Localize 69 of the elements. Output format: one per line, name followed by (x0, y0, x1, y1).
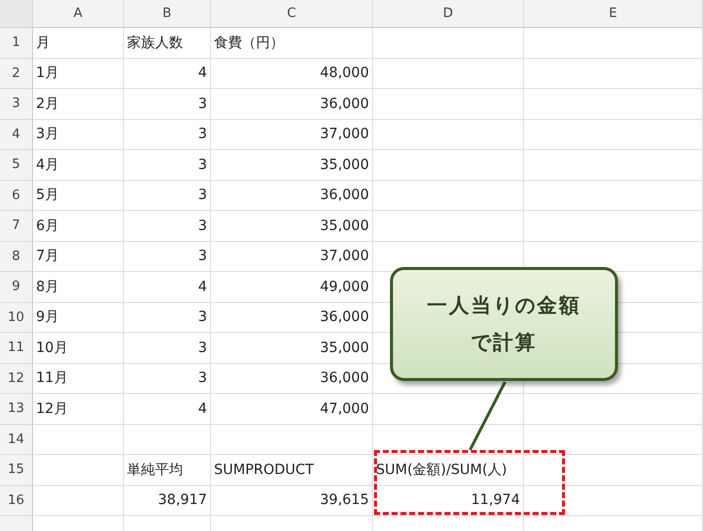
table-cell: 10月 (33, 333, 124, 364)
table-cell: 3 (124, 120, 211, 150)
table-cell: 39,615 (211, 486, 373, 516)
table-cell: 5月 (33, 180, 124, 211)
table-cell: 2月 (33, 89, 124, 120)
row-header[interactable]: 13 (0, 394, 33, 424)
row-header[interactable]: 2 (0, 58, 33, 89)
table-cell: 47,000 (211, 394, 373, 424)
row-header[interactable]: 16 (0, 486, 33, 516)
table-cell: 37,000 (211, 120, 373, 150)
table-cell: 単純平均 (124, 455, 211, 486)
table-cell: 12月 (33, 394, 124, 424)
row-header[interactable]: 1 (0, 28, 33, 58)
table-cell: 3月 (33, 120, 124, 150)
callout-text: 一人当りの金額 (427, 292, 581, 319)
table-cell: 3 (124, 89, 211, 120)
row-header[interactable]: 11 (0, 333, 33, 364)
table-cell: 48,000 (211, 58, 373, 89)
row-header[interactable]: 6 (0, 180, 33, 211)
table-cell: 3 (124, 211, 211, 242)
table-cell: 9月 (33, 302, 124, 333)
select-all-corner[interactable] (0, 0, 33, 28)
table-cell: 3 (124, 302, 211, 333)
table-cell: 36,000 (211, 89, 373, 120)
column-header[interactable]: A (33, 0, 124, 28)
table-cell: 8月 (33, 272, 124, 302)
row-header[interactable]: 8 (0, 242, 33, 272)
table-cell: 11,974 (373, 486, 524, 516)
row-header[interactable]: 4 (0, 120, 33, 150)
table-cell: 1月 (33, 58, 124, 89)
column-header[interactable]: C (211, 0, 373, 28)
table-cell: 49,000 (211, 272, 373, 302)
callout-text: で計算 (471, 329, 537, 356)
table-cell: 35,000 (211, 333, 373, 364)
table-cell: 4 (124, 272, 211, 302)
row-header[interactable]: 14 (0, 424, 33, 455)
row-header[interactable]: 15 (0, 455, 33, 486)
column-header[interactable]: B (124, 0, 211, 28)
table-cell: 36,000 (211, 180, 373, 211)
table-cell: 3 (124, 364, 211, 394)
table-cell: 35,000 (211, 150, 373, 180)
table-cell: 4 (124, 58, 211, 89)
row-header[interactable]: 3 (0, 89, 33, 120)
table-cell: 7月 (33, 242, 124, 272)
table-cell: 3 (124, 242, 211, 272)
table-cell: 食費（円） (211, 28, 373, 58)
row-header[interactable]: 9 (0, 272, 33, 302)
table-cell: 38,917 (124, 486, 211, 516)
table-cell: SUMPRODUCT (211, 455, 373, 486)
table-cell: SUM(金額)/SUM(人) (373, 455, 524, 486)
column-header[interactable]: D (373, 0, 524, 28)
table-cell: 4 (124, 394, 211, 424)
table-cell: 35,000 (211, 211, 373, 242)
table-cell: 4月 (33, 150, 124, 180)
column-header[interactable]: E (524, 0, 703, 28)
table-cell: 6月 (33, 211, 124, 242)
row-header[interactable]: 5 (0, 150, 33, 180)
table-cell: 36,000 (211, 364, 373, 394)
row-header[interactable]: 12 (0, 364, 33, 394)
table-cell: 3 (124, 150, 211, 180)
table-cell: 11月 (33, 364, 124, 394)
table-cell: 36,000 (211, 302, 373, 333)
table-cell: 37,000 (211, 242, 373, 272)
row-header[interactable]: 7 (0, 211, 33, 242)
table-cell: 家族人数 (124, 28, 211, 58)
table-cell: 月 (33, 28, 124, 58)
table-cell: 3 (124, 333, 211, 364)
row-header[interactable]: 10 (0, 302, 33, 333)
table-cell: 3 (124, 180, 211, 211)
